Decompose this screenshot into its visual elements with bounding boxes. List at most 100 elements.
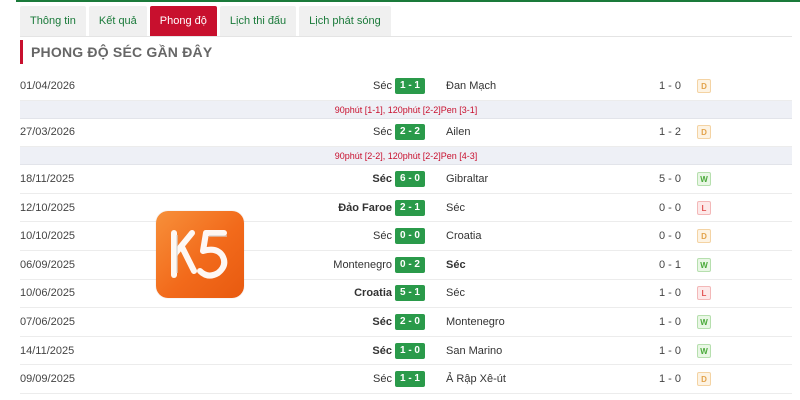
tab-phong-độ[interactable]: Phong độ (149, 6, 217, 36)
match-date: 12/10/2025 (20, 201, 76, 214)
match-score: 0 - 2 (395, 251, 425, 279)
away-team: Montenegro (446, 315, 505, 328)
tab-bar: Thông tin Kết quả Phong độ Lịch thi đấu Lịch… (20, 6, 391, 36)
half-time-score: 1 - 2 (658, 126, 681, 139)
match-date: 14/11/2025 (20, 344, 75, 357)
match-row[interactable]: 12/10/2025 Đảo Faroe 2 - 1 Séc 0 - 0 L (20, 194, 792, 223)
score-badge[interactable]: 0 - 0 (395, 228, 425, 245)
match-row[interactable]: 18/11/2025 Séc 6 - 0 Gibraltar 5 - 0 W (20, 165, 792, 194)
score-badge[interactable]: 0 - 2 (395, 256, 425, 273)
tab-kết-quả[interactable]: Kết quả (88, 6, 147, 36)
match-score: 1 - 0 (395, 337, 425, 365)
result-badge: W (697, 257, 711, 272)
match-score: 0 - 0 (395, 222, 425, 250)
away-team: Séc (446, 287, 465, 300)
match-row[interactable]: 07/06/2025 Séc 2 - 0 Montenegro 1 - 0 W (20, 308, 792, 337)
penalty-note: 90phút [1-1], 120phút [2-2]Pen [3-1] (20, 100, 792, 119)
result-badge: W (697, 343, 711, 358)
result-cell: D (696, 72, 712, 100)
score-badge[interactable]: 6 - 0 (395, 170, 425, 187)
penalty-note: 90phút [2-2], 120phút [2-2]Pen [4-3] (20, 147, 792, 166)
half-time-score: 1 - 0 (658, 79, 681, 92)
result-cell: D (696, 222, 712, 250)
away-team: Ailen (446, 126, 471, 139)
match-date: 09/09/2025 (20, 373, 76, 386)
match-score: 2 - 1 (395, 194, 425, 222)
half-time-score: 0 - 1 (658, 258, 681, 271)
result-badge: W (697, 171, 711, 186)
match-date: 01/04/2026 (20, 79, 76, 92)
away-team: Séc (446, 201, 465, 214)
away-team: Đan Mạch (446, 79, 497, 92)
k5-logo (156, 211, 244, 298)
match-row[interactable]: 01/04/2026 Séc 1 - 1 Đan Mạch 1 - 0 D (20, 72, 792, 101)
tab-thông-tin[interactable]: Thông tin (20, 6, 86, 36)
score-badge[interactable]: 2 - 0 (395, 313, 425, 330)
match-date: 18/11/2025 (20, 172, 75, 185)
home-team: Montenegro (333, 258, 392, 271)
match-score: 1 - 1 (395, 72, 425, 100)
home-team: Séc (373, 79, 392, 92)
top-accent-line (16, 0, 800, 2)
score-badge[interactable]: 5 - 1 (395, 285, 425, 302)
result-cell: L (696, 280, 712, 308)
match-date: 06/09/2025 (20, 258, 76, 271)
match-row[interactable]: 14/11/2025 Séc 1 - 0 San Marino 1 - 0W (20, 337, 792, 366)
match-row[interactable]: 27/03/2026 Séc 2 - 2 Ailen 1 - 2 D (20, 119, 792, 148)
match-row[interactable]: 10/10/2025 Séc 0 - 0 Croatia 0 - 0D (20, 222, 792, 251)
half-time-score: 1 - 0 (658, 315, 681, 328)
match-date: 10/10/2025 (20, 230, 76, 243)
home-team: Croatia (354, 287, 392, 300)
match-score: 6 - 0 (395, 165, 425, 193)
away-team: Gibraltar (446, 172, 489, 185)
score-badge[interactable]: 1 - 0 (395, 342, 425, 359)
result-cell: W (696, 251, 712, 279)
score-badge[interactable]: 2 - 2 (395, 124, 425, 141)
result-badge: L (697, 200, 711, 215)
score-badge[interactable]: 1 - 1 (395, 77, 425, 94)
match-date: 10/06/2025 (20, 287, 76, 300)
result-cell: W (696, 308, 712, 336)
half-time-score: 5 - 0 (658, 172, 681, 185)
result-badge: W (697, 314, 711, 329)
result-cell: W (696, 165, 712, 193)
away-team: Ả Rập Xê-út (446, 373, 506, 386)
match-score: 2 - 0 (395, 308, 425, 336)
tab-divider (20, 36, 792, 37)
result-badge: D (697, 229, 711, 244)
result-badge: D (697, 125, 711, 140)
tab-lịch-thi-đấu[interactable]: Lịch thi đấu (219, 6, 297, 36)
score-badge[interactable]: 2 - 1 (395, 199, 425, 216)
home-team: Séc (372, 172, 392, 185)
match-score: 1 - 1 (395, 365, 425, 393)
home-team: Séc (373, 373, 392, 386)
match-date: 07/06/2025 (20, 315, 76, 328)
home-team: Séc (372, 315, 392, 328)
result-cell: D (696, 119, 712, 147)
home-team: Đảo Faroe (338, 201, 392, 214)
tab-lịch-phát-sóng[interactable]: Lịch phát sóng (299, 6, 391, 36)
match-row[interactable]: 06/09/2025 Montenegro 0 - 2 Séc 0 - 1 W (20, 251, 792, 280)
result-badge: L (697, 286, 711, 301)
half-time-score: 1 - 0 (658, 287, 681, 300)
half-time-score: 1 - 0 (658, 344, 681, 357)
match-date: 27/03/2026 (20, 126, 76, 139)
result-badge: D (697, 372, 711, 387)
away-team: Séc (446, 258, 466, 271)
k5-logo-mark (171, 230, 228, 279)
score-badge[interactable]: 1 - 1 (395, 371, 425, 388)
home-team: Séc (372, 344, 392, 357)
result-badge: D (697, 78, 711, 93)
match-row[interactable]: 09/09/2025 Séc 1 - 1 Ả Rập Xê-út 1 - 0 D (20, 365, 792, 394)
match-list: 01/04/2026 Séc 1 - 1 Đan Mạch 1 - 0 D 90phút [… (20, 72, 792, 394)
half-time-score: 0 - 0 (658, 201, 681, 214)
away-team: San Marino (446, 344, 503, 357)
half-time-score: 1 - 0 (658, 373, 681, 386)
home-team: Séc (373, 230, 392, 243)
home-team: Séc (373, 126, 392, 139)
match-score: 5 - 1 (395, 280, 425, 308)
result-cell: W (696, 337, 712, 365)
away-team: Croatia (446, 230, 482, 243)
result-cell: D (696, 365, 712, 393)
match-row[interactable]: 10/06/2025 Croatia 5 - 1 Séc 1 - 0 L (20, 280, 792, 309)
